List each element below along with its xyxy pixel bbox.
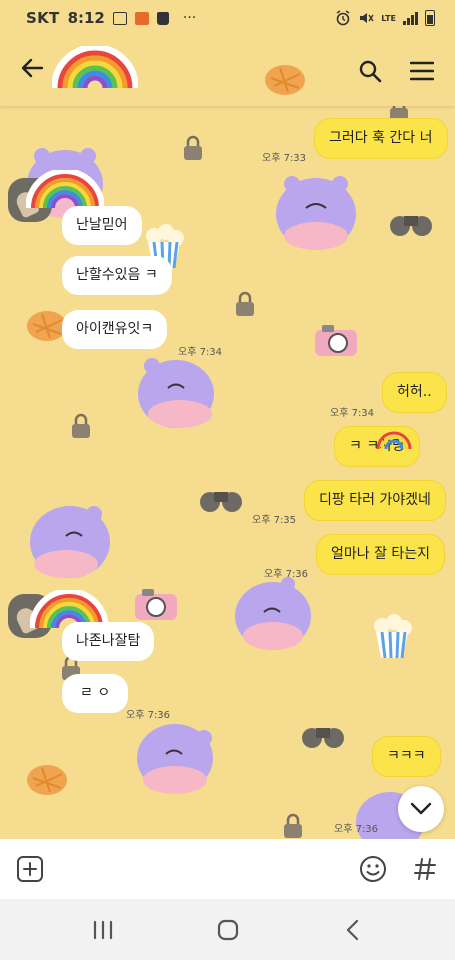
status-left: SKT 8:12 ··· (26, 9, 196, 27)
rainbow-profile-sticker-icon (26, 170, 104, 209)
friend-message-bubble[interactable]: 아이캔유잇ㅋ (62, 310, 168, 349)
seashell-bread-sticker-icon (27, 765, 67, 795)
friend-message-bubble[interactable]: 나존나잘탐 (62, 622, 155, 661)
back-arrow-icon (21, 58, 44, 78)
seashell-bread-sticker-icon (265, 65, 305, 95)
my-message-bubble[interactable]: 디팡 타러 가야겠네 (304, 480, 446, 521)
hippo-sticker-icon (137, 724, 213, 794)
home-button[interactable] (208, 910, 248, 950)
rainbow-icon (51, 44, 139, 89)
home-icon (217, 919, 238, 940)
search-icon (359, 60, 382, 83)
network-type-label: LTE (381, 13, 396, 23)
alarm-icon (336, 10, 350, 26)
clock: 8:12 (67, 9, 105, 27)
hippo-sticker-icon (138, 358, 214, 428)
friend-message-bubble[interactable]: ㄹ ㅇ (62, 674, 129, 713)
smiley-icon (360, 856, 386, 882)
rainbow-sticker-icon (376, 431, 412, 450)
battery-icon (425, 10, 435, 26)
scroll-to-bottom-button[interactable] (398, 786, 444, 832)
recent-apps-icon (93, 920, 112, 939)
message-timestamp: 오후 7:35 (252, 515, 297, 526)
shopping-bag-notification-icon (156, 11, 169, 25)
status-bar: SKT 8:12 ··· LTE (0, 0, 455, 36)
binoculars-icon (390, 216, 432, 236)
friend-message-bubble[interactable]: 난날믿어 (62, 206, 142, 245)
camera-icon (135, 589, 177, 620)
system-navigation-bar (0, 899, 455, 960)
message-timestamp: 오후 7:34 (330, 408, 375, 419)
attach-button[interactable] (16, 855, 44, 883)
my-message-bubble[interactable]: 얼마나 잘 타는지 (316, 534, 446, 575)
message-text-input[interactable] (56, 849, 347, 889)
my-message-bubble[interactable]: 허허.. (382, 372, 447, 413)
app-notification-icon (134, 11, 149, 25)
emoticon-button[interactable] (359, 855, 387, 883)
more-notifications-icon: ··· (182, 10, 197, 26)
menu-button[interactable] (409, 58, 435, 84)
mute-icon (360, 13, 374, 23)
menu-icon (410, 61, 434, 81)
hippo-sticker-icon (30, 506, 110, 578)
binoculars-icon (302, 728, 344, 748)
popcorn-icon (374, 614, 412, 659)
hippo-sticker-icon (235, 577, 311, 650)
my-message-bubble[interactable]: ㅋㅋㅋ (372, 736, 441, 777)
lock-icon (236, 291, 254, 316)
message-input-bar (0, 839, 455, 899)
lock-icon (72, 413, 90, 438)
recent-apps-button[interactable] (83, 910, 123, 950)
chat-messages-area[interactable]: 그러다 훅 간다 너 오후 7:33 난날믿어 난할수있음 ㅋ 아이캔유잇ㅋ 오… (0, 106, 455, 839)
lock-icon (184, 135, 202, 160)
status-right: LTE (335, 10, 435, 26)
message-timestamp: 오후 7:36 (264, 569, 309, 580)
chat-header (0, 36, 455, 106)
search-button[interactable] (357, 58, 383, 84)
message-timestamp: 오후 7:36 (126, 710, 171, 721)
my-message-bubble[interactable]: 그러다 훅 간다 너 (314, 118, 448, 159)
header-actions (357, 58, 435, 84)
back-nav-button[interactable] (333, 910, 373, 950)
friend-message-bubble[interactable]: 난할수있음 ㅋ (62, 256, 172, 295)
lock-icon (284, 813, 302, 838)
signal-icon (403, 11, 418, 25)
message-timestamp: 오후 7:34 (178, 347, 223, 358)
carrier-label: SKT (26, 9, 60, 27)
hashtag-search-button[interactable] (411, 855, 439, 883)
chevron-left-icon (346, 919, 358, 940)
hippo-sticker-icon (276, 176, 356, 250)
chevron-down-icon (410, 802, 432, 815)
gallery-notification-icon (112, 11, 127, 25)
hashtag-icon (414, 858, 436, 880)
binoculars-icon (200, 492, 242, 512)
message-timestamp: 오후 7:36 (334, 824, 379, 835)
input-actions (359, 855, 439, 883)
camera-icon (315, 325, 357, 356)
chat-room-avatar[interactable] (51, 44, 139, 96)
plus-box-icon (17, 856, 43, 882)
back-button[interactable] (20, 56, 50, 86)
message-timestamp: 오후 7:33 (262, 153, 307, 164)
